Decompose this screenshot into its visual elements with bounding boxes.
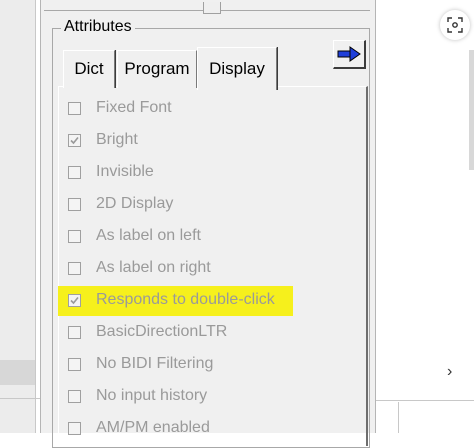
tab-dict[interactable]: Dict bbox=[63, 50, 115, 88]
checkbox-label: Fixed Font bbox=[96, 99, 172, 116]
chevron-right-icon[interactable]: › bbox=[447, 363, 452, 381]
tab-program[interactable]: Program bbox=[117, 50, 197, 88]
checkbox[interactable] bbox=[68, 133, 81, 147]
checkbox-label: 2D Display bbox=[96, 195, 174, 212]
checkbox[interactable] bbox=[68, 357, 81, 371]
checkbox-row[interactable]: Bright bbox=[68, 128, 138, 152]
checkbox[interactable] bbox=[68, 261, 81, 275]
right-bottom-panel bbox=[398, 402, 474, 433]
checkmark-icon bbox=[70, 296, 79, 304]
tab-display[interactable]: Display bbox=[197, 47, 277, 90]
checkbox-label: Responds to double-click bbox=[96, 291, 275, 308]
checkbox[interactable] bbox=[68, 197, 81, 211]
checkbox-label: As label on left bbox=[96, 227, 201, 244]
splitter-handle[interactable] bbox=[203, 2, 221, 14]
divider-line bbox=[375, 400, 474, 401]
checkbox[interactable] bbox=[68, 325, 81, 339]
checkbox-row[interactable]: 2D Display bbox=[68, 192, 173, 216]
checkbox-label: Invisible bbox=[96, 163, 154, 180]
checkbox-label: BasicDirectionLTR bbox=[96, 323, 228, 340]
checkbox-row[interactable]: Invisible bbox=[68, 160, 154, 184]
groupbox-title: Attributes bbox=[61, 18, 135, 36]
checkbox-row[interactable]: Responds to double-click bbox=[68, 288, 275, 312]
checkbox-label: AM/PM enabled bbox=[96, 419, 210, 436]
checkbox-row[interactable]: Fixed Font bbox=[68, 96, 172, 120]
checkbox[interactable] bbox=[68, 229, 81, 243]
checkbox-row[interactable]: No BIDI Filtering bbox=[68, 352, 213, 376]
checkbox[interactable] bbox=[68, 101, 81, 115]
checkbox-label: No input history bbox=[96, 387, 208, 404]
right-arrow-icon bbox=[337, 46, 361, 62]
left-pane-row[interactable] bbox=[0, 360, 35, 385]
pane-divider bbox=[35, 0, 36, 433]
screenshot-capture-icon[interactable] bbox=[440, 10, 470, 40]
checkbox-label: No BIDI Filtering bbox=[96, 355, 214, 372]
divider-line bbox=[0, 398, 40, 399]
checkbox-row[interactable]: No input history bbox=[68, 384, 207, 408]
checkbox-row[interactable]: BasicDirectionLTR bbox=[68, 320, 227, 344]
checkbox-label: Bright bbox=[96, 131, 138, 148]
checkbox-row[interactable]: As label on left bbox=[68, 224, 201, 248]
checkbox-row[interactable]: AM/PM enabled bbox=[68, 416, 210, 440]
right-scrollbar[interactable] bbox=[469, 50, 474, 170]
checkbox[interactable] bbox=[68, 165, 81, 179]
checkbox[interactable] bbox=[68, 389, 81, 403]
next-button[interactable] bbox=[333, 40, 366, 69]
right-pane bbox=[375, 0, 474, 433]
checkbox-label: As label on right bbox=[96, 259, 211, 276]
checkbox-row[interactable]: As label on right bbox=[68, 256, 211, 280]
checkmark-icon bbox=[70, 136, 79, 144]
checkbox[interactable] bbox=[68, 293, 81, 307]
